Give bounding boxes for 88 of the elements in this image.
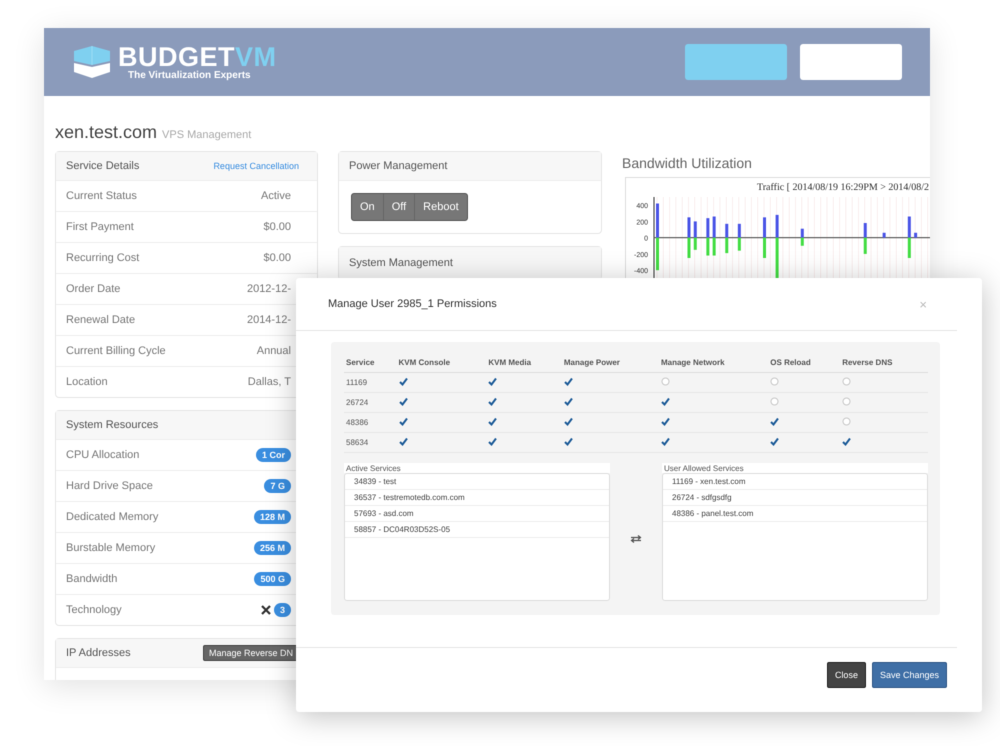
service-id: 26724 (346, 398, 368, 407)
row-label: First Payment (66, 221, 134, 233)
checkbox[interactable] (770, 417, 780, 426)
column-header: Manage Network (658, 354, 768, 372)
list-label: User Allowed Services (662, 463, 928, 473)
cube-icon (72, 45, 112, 79)
service-id: 11169 (346, 378, 368, 387)
card-title: System Management (349, 257, 453, 269)
power-button[interactable]: On (352, 194, 383, 220)
row-label: Dedicated Memory (66, 511, 158, 523)
row-label: Recurring Cost (66, 252, 140, 264)
column-header: Service (344, 354, 397, 372)
row-label: Hard Drive Space (66, 480, 153, 492)
row-label: Location (66, 376, 108, 388)
chart-title: Traffic [ 2014/08/19 16:29PM > 2014/08/2 (756, 181, 929, 193)
row-value: $0.00 (263, 221, 291, 233)
column-header: KVM Media (486, 354, 562, 372)
column-header: Reverse DNS (840, 354, 928, 372)
list-item[interactable]: 57693 - asd.com (345, 506, 609, 522)
checkbox[interactable] (660, 397, 670, 406)
row-value: $0.00 (263, 252, 291, 264)
card-title: Service Details (66, 160, 140, 172)
checkbox[interactable] (842, 437, 852, 446)
service-id: 58634 (346, 438, 368, 447)
checkbox[interactable] (770, 437, 780, 446)
value-pill: 500 G (254, 572, 291, 586)
service-id: 48386 (346, 418, 368, 427)
row-label: Bandwidth (66, 573, 118, 585)
page-title: xen.test.com (55, 122, 158, 143)
checkbox[interactable] (488, 397, 498, 406)
page-subtitle: VPS Management (162, 129, 252, 141)
row-label: Technology (66, 604, 122, 616)
row-value: Active (261, 190, 291, 202)
tagline: The Virtualization Experts (128, 70, 252, 80)
row-label: CPU Allocation (66, 449, 140, 461)
card-title: System Resources (66, 419, 158, 431)
checkbox[interactable] (660, 417, 670, 426)
checkbox[interactable] (398, 437, 408, 446)
checkbox[interactable] (660, 437, 670, 446)
value-pill: 7 G (264, 479, 291, 493)
row-label: Burstable Memory (66, 542, 156, 554)
checkbox[interactable] (564, 437, 573, 446)
row-value: 2012-12- (246, 283, 291, 295)
list-item[interactable]: 26724 - sdfgsdfg (663, 490, 927, 506)
list-item[interactable]: 58857 - DC04R03D52S-05 (345, 522, 609, 538)
value-pill: 256 M (254, 541, 291, 555)
value-pill: 1 Cor (256, 448, 291, 462)
x-logo-icon (260, 605, 271, 615)
checkbox[interactable] (488, 377, 498, 386)
row-label: Current Status (66, 190, 137, 202)
bar (882, 232, 886, 238)
swap-icon[interactable] (630, 535, 642, 543)
row-label: Current Billing Cycle (66, 345, 166, 357)
close-button[interactable]: Close (826, 662, 866, 688)
value-pill: 128 M (254, 510, 291, 524)
row-value: Annual (256, 345, 291, 357)
value-pill: 3 (274, 603, 291, 617)
checkbox[interactable] (398, 397, 408, 406)
dialog-title: Manage User 2985_1 Permissions (328, 298, 497, 310)
checkbox[interactable] (564, 397, 573, 406)
save-button[interactable]: Save Changes (872, 662, 947, 688)
column-header: Manage Power (562, 354, 659, 372)
card-title: Power Management (349, 160, 448, 172)
active-services-list[interactable]: 34839 - test 36537 - testremotedb.com.com 57693 - asd.com 58857 - DC04R03D52S-05 (344, 473, 610, 601)
power-button[interactable]: Reboot (414, 194, 467, 220)
allowed-services-list[interactable]: 11169 - xen.test.com 26724 - sdfgsdfg 48386 - panel.test.com (662, 473, 928, 601)
list-label: Active Services (344, 463, 610, 473)
checkbox[interactable] (488, 437, 498, 446)
manage-dns-button[interactable]: Manage Reverse DN (202, 645, 299, 661)
column-header: OS Reload (768, 354, 840, 372)
bar (914, 232, 918, 238)
checkbox[interactable] (564, 377, 573, 386)
row-value: Dallas, T (248, 376, 291, 388)
list-item[interactable]: 34839 - test (345, 474, 609, 490)
list-item[interactable]: 48386 - panel.test.com (663, 506, 927, 522)
list-item[interactable]: 11169 - xen.test.com (663, 474, 927, 490)
section-title: Bandwidth Utilization (622, 155, 753, 171)
column-header: KVM Console (396, 354, 486, 372)
list-item[interactable]: 36537 - testremotedb.com.com (345, 490, 609, 506)
row-label: Renewal Date (66, 314, 136, 326)
checkbox[interactable] (564, 417, 573, 426)
row-label: Order Date (66, 283, 120, 295)
checkbox[interactable] (398, 377, 408, 386)
row-value: 2014-12- (246, 314, 291, 326)
card-title: IP Addresses (66, 647, 131, 659)
checkbox[interactable] (398, 417, 408, 426)
power-button[interactable]: Off (382, 194, 414, 220)
checkbox[interactable] (488, 417, 498, 426)
